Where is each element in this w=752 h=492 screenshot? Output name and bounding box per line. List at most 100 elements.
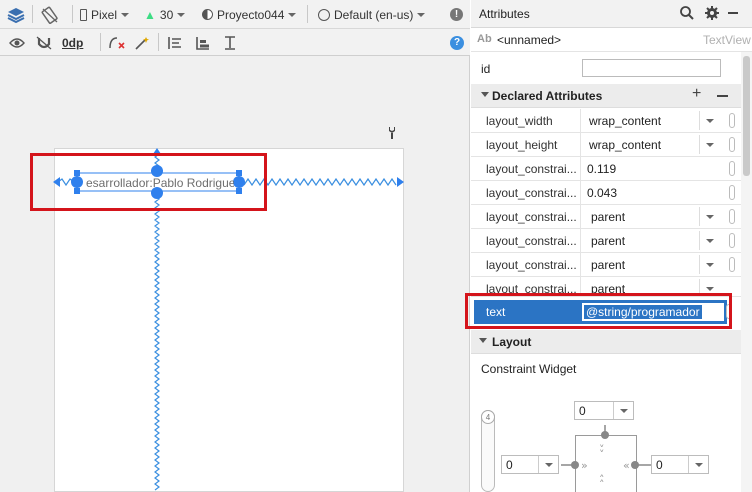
declared-attributes-header[interactable]: Declared Attributes +: [471, 84, 741, 108]
resource-picker-button[interactable]: [729, 161, 735, 176]
search-icon[interactable]: [679, 5, 695, 24]
vertical-bias-slider[interactable]: 4: [481, 410, 495, 492]
attribute-name: layout_constrai...: [486, 258, 577, 272]
constraint-widget-label: Constraint Widget: [481, 362, 577, 376]
attribute-row[interactable]: layout_constrai... parent: [471, 229, 741, 253]
pack-icon[interactable]: [167, 32, 183, 53]
help-icon[interactable]: ?: [450, 32, 464, 53]
dropdown-button[interactable]: [699, 255, 719, 274]
attribute-value: wrap_content: [589, 138, 662, 152]
bottom-constraint-spring: [154, 195, 160, 491]
textview-type-icon: Ab: [477, 33, 492, 45]
collapse-icon: [481, 92, 489, 97]
layout-section-header[interactable]: Layout: [471, 330, 741, 354]
id-row: id: [471, 56, 741, 80]
component-name: <unnamed>: [497, 33, 562, 47]
id-label: id: [481, 62, 491, 76]
component-row: Ab <unnamed> TextView: [471, 28, 752, 52]
scrollbar[interactable]: [741, 52, 752, 492]
resource-picker-button[interactable]: [729, 233, 735, 248]
attribute-row[interactable]: layout_constrai... 0.119: [471, 157, 741, 181]
attribute-value-field[interactable]: 0.119: [580, 157, 726, 180]
attribute-row[interactable]: layout_constrai... parent: [471, 253, 741, 277]
align-icon[interactable]: [195, 32, 211, 53]
attribute-name: layout_constrai...: [486, 162, 577, 176]
attribute-value: 0.043: [587, 186, 618, 200]
attributes-panel: Attributes Ab <unnamed> TextView id Decl…: [465, 0, 752, 492]
dropdown-button[interactable]: [699, 231, 719, 250]
orientation-icon[interactable]: [40, 4, 60, 25]
resource-picker-button[interactable]: [729, 137, 735, 152]
attribute-value: wrap_content: [589, 114, 662, 128]
eye-icon[interactable]: [9, 32, 25, 53]
magnet-icon[interactable]: [36, 32, 52, 53]
warning-icon[interactable]: !: [450, 4, 463, 25]
attribute-value-field[interactable]: parent: [580, 229, 726, 252]
clear-constraints-icon[interactable]: [108, 32, 126, 53]
margin-value: 0: [579, 404, 586, 418]
device-selector[interactable]: Pixel: [80, 4, 130, 25]
section-title: Layout: [492, 335, 532, 349]
resource-picker-button[interactable]: [729, 113, 735, 128]
globe-icon: [318, 8, 330, 21]
resource-picker-button[interactable]: [729, 257, 735, 272]
dropdown-button[interactable]: [699, 111, 719, 130]
bias-handle[interactable]: 4: [481, 410, 495, 424]
attribute-row[interactable]: layout_constrai... 0.043: [471, 181, 741, 205]
design-toolbar: Pixel ▲ 30 Proyecto044 Default (en-us) !: [0, 0, 470, 29]
layers-icon[interactable]: [6, 4, 26, 25]
margin-left-dropdown[interactable]: 0: [501, 455, 559, 474]
chevron-down-icon: [417, 12, 426, 17]
dropdown-button[interactable]: [699, 135, 719, 154]
attribute-row[interactable]: layout_constrai... parent: [471, 205, 741, 229]
minimize-icon[interactable]: [728, 12, 738, 14]
locale-selector[interactable]: Default (en-us): [318, 4, 426, 25]
layout-toolbar: 0dp ?: [0, 29, 470, 56]
right-arrow-icon: [397, 177, 404, 187]
component-type: TextView: [703, 33, 751, 47]
guidelines-icon[interactable]: [222, 32, 238, 53]
panel-title: Attributes: [479, 7, 530, 21]
chevron-down-icon: [688, 456, 708, 473]
android-icon: ▲: [144, 7, 156, 22]
attribute-value-field[interactable]: wrap_content: [580, 133, 726, 156]
section-title: Declared Attributes: [492, 89, 603, 103]
remove-icon[interactable]: [717, 95, 728, 97]
margin-top-dropdown[interactable]: 0: [574, 401, 634, 420]
attribute-value-field[interactable]: parent: [580, 253, 726, 276]
attribute-value-field[interactable]: 0.043: [580, 181, 726, 204]
default-margin-button[interactable]: 0dp: [62, 32, 83, 53]
chevron-down-icon: [121, 12, 130, 17]
resource-picker-button[interactable]: [729, 209, 735, 224]
collapse-icon: [479, 338, 487, 343]
theme-icon: [202, 9, 213, 20]
resource-picker-button[interactable]: [729, 185, 735, 200]
attribute-name: layout_height: [486, 138, 558, 152]
chevron-down-icon: [538, 456, 558, 473]
scrollbar-thumb[interactable]: [743, 56, 750, 176]
attribute-value-field[interactable]: wrap_content: [580, 109, 726, 132]
attribute-name: layout_constrai...: [486, 186, 577, 200]
attribute-value: parent: [591, 210, 626, 224]
id-input[interactable]: [582, 59, 721, 77]
attribute-value: parent: [591, 234, 626, 248]
api-level-selector[interactable]: ▲ 30: [144, 4, 186, 25]
add-icon[interactable]: +: [692, 85, 701, 103]
attribute-name: layout_constrai...: [486, 234, 577, 248]
constraint-overlay: [53, 148, 404, 491]
attribute-name: layout_width: [486, 114, 553, 128]
dropdown-button[interactable]: [699, 207, 719, 226]
svg-text:˅: ˅: [599, 448, 605, 461]
margin-right-dropdown[interactable]: 0: [651, 455, 709, 474]
attribute-value-field[interactable]: parent: [580, 205, 726, 228]
panel-header: Attributes: [471, 0, 752, 28]
highlight-box-attribute: [465, 293, 732, 329]
attribute-value: 0.119: [587, 162, 617, 176]
chevron-down-icon: [288, 12, 297, 17]
infer-constraints-icon[interactable]: [134, 32, 150, 53]
attribute-row[interactable]: layout_height wrap_content: [471, 133, 741, 157]
theme-selector[interactable]: Proyecto044: [202, 4, 297, 25]
gear-icon[interactable]: [704, 5, 720, 24]
attribute-value: parent: [591, 258, 626, 272]
attribute-row[interactable]: layout_width wrap_content: [471, 109, 741, 133]
